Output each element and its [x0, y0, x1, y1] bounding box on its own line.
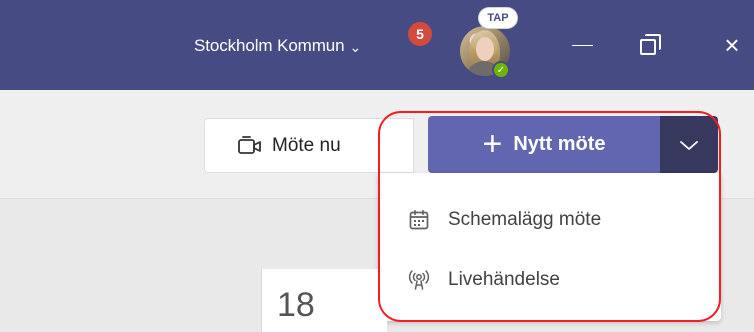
schedule-meeting-label: Schemalägg möte: [448, 209, 602, 230]
plus-icon: +: [482, 124, 503, 163]
avatar-face: [476, 37, 494, 61]
restore-icon: [639, 34, 661, 56]
menu-item-live-event[interactable]: Livehändelse: [407, 262, 560, 298]
presence-available-icon: ✓: [492, 61, 510, 79]
menu-item-schedule-meeting[interactable]: Schemalägg möte: [407, 202, 601, 238]
close-button[interactable]: ×: [710, 25, 754, 65]
title-bar: Stockholm Kommun ⌄ 5 TAP ✓ ×: [0, 0, 754, 90]
chevron-down-icon: ⌄: [349, 39, 362, 55]
new-meeting-dropdown: Schemalägg möte Livehändelse: [378, 173, 721, 321]
avatar-initials-badge: TAP: [479, 8, 517, 28]
teams-window: Stockholm Kommun ⌄ 5 TAP ✓ × Möte nu + N…: [0, 0, 754, 332]
close-icon: ×: [724, 30, 740, 60]
minimize-icon: [571, 44, 593, 46]
meet-now-button[interactable]: Möte nu: [204, 118, 414, 173]
calendar-icon: [407, 208, 431, 232]
restore-button[interactable]: [628, 25, 672, 65]
organization-switcher[interactable]: Stockholm Kommun ⌄: [194, 34, 361, 58]
chevron-down-icon: [680, 140, 698, 150]
live-event-label: Livehändelse: [448, 269, 560, 290]
calendar-day-cell[interactable]: 18: [261, 269, 387, 332]
new-meeting-button[interactable]: + Nytt möte: [428, 116, 660, 173]
organization-name: Stockholm Kommun: [194, 36, 345, 55]
video-camera-icon: [238, 135, 261, 154]
calendar-day-number: 18: [277, 286, 315, 324]
new-meeting-label: Nytt möte: [513, 133, 606, 155]
live-event-icon: [407, 268, 431, 292]
minimize-button[interactable]: [560, 25, 604, 65]
new-meeting-options-button[interactable]: [660, 116, 718, 173]
meet-now-label: Möte nu: [272, 134, 341, 156]
profile-button[interactable]: TAP ✓: [458, 8, 517, 80]
notification-badge: 5: [408, 22, 432, 46]
